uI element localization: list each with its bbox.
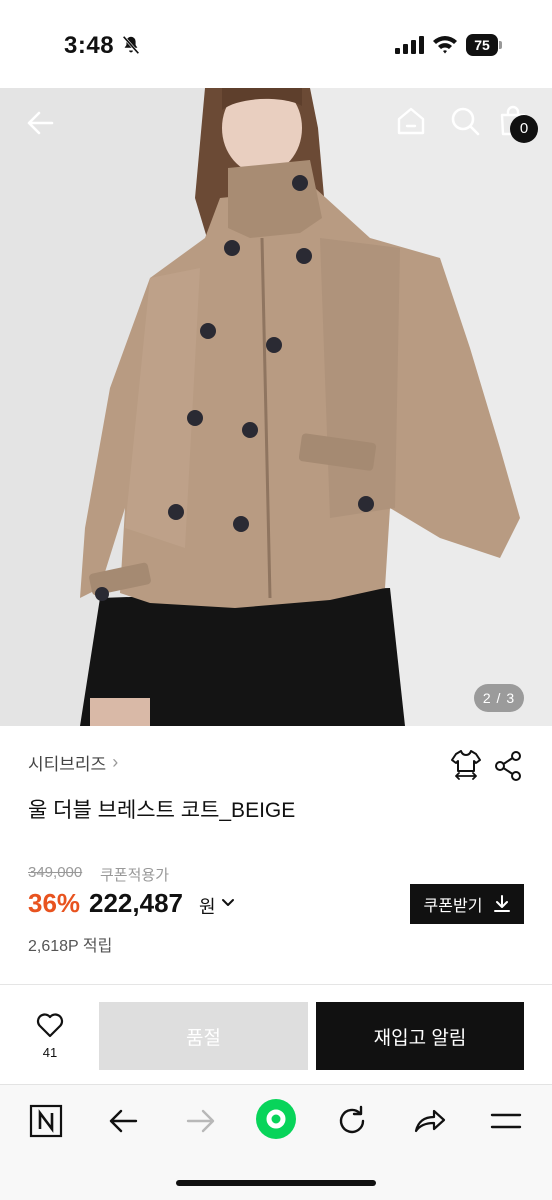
discount-rate: 36% <box>28 888 81 918</box>
back-icon[interactable] <box>104 1101 144 1141</box>
reload-icon[interactable] <box>332 1101 372 1141</box>
share-icon[interactable] <box>492 750 524 782</box>
coupon-price-note: 쿠폰적용가 <box>100 867 170 884</box>
like-count: 41 <box>42 1045 58 1060</box>
status-time: 3:48 <box>64 32 115 59</box>
download-icon <box>494 895 511 912</box>
signal-icon <box>395 36 424 54</box>
home-icon[interactable] <box>394 104 428 138</box>
size-guide-shirt-icon[interactable] <box>450 748 482 780</box>
menu-icon[interactable] <box>486 1101 526 1141</box>
cart-count-badge: 0 <box>510 115 538 143</box>
home-indicator <box>176 1180 376 1186</box>
image-counter: 2 / 3 <box>474 684 524 712</box>
product-title: 울 더블 브레스트 코트_BEIGE <box>28 799 296 822</box>
forward-icon[interactable] <box>180 1101 220 1141</box>
back-arrow-icon[interactable] <box>24 106 58 140</box>
sale-price: 222,487 <box>89 888 183 918</box>
like-button[interactable]: 41 <box>28 1012 72 1064</box>
restock-alert-button[interactable]: 재입고 알림 <box>316 1002 524 1070</box>
battery-level: 75 <box>466 34 498 56</box>
get-coupon-button[interactable]: 쿠폰받기 <box>410 884 524 924</box>
bell-slash-icon <box>122 35 140 55</box>
chevron-right-icon: › <box>112 752 119 772</box>
divider <box>0 984 552 985</box>
wifi-icon <box>433 36 457 54</box>
sold-out-button[interactable]: 품절 <box>99 1002 308 1070</box>
search-icon[interactable] <box>448 104 482 138</box>
share-arrow-icon[interactable] <box>410 1101 450 1141</box>
points-earned: 2,618P 적립 <box>28 938 113 955</box>
product-photo <box>0 88 552 726</box>
brand-link[interactable]: 시티브리즈 › <box>28 750 118 775</box>
naver-n-icon[interactable] <box>26 1101 66 1141</box>
chevron-down-icon[interactable] <box>220 894 236 910</box>
heart-icon <box>36 1013 64 1038</box>
status-bar: 3:48 75 <box>0 0 552 88</box>
currency-label: 원 <box>199 897 216 917</box>
brand-name: 시티브리즈 <box>28 755 107 774</box>
battery-icon: 75 <box>466 34 502 56</box>
get-coupon-label: 쿠폰받기 <box>423 898 483 915</box>
product-image[interactable]: 0 2 / 3 <box>0 88 552 726</box>
green-home-icon[interactable] <box>254 1097 298 1141</box>
original-price: 349,000 <box>28 864 83 881</box>
